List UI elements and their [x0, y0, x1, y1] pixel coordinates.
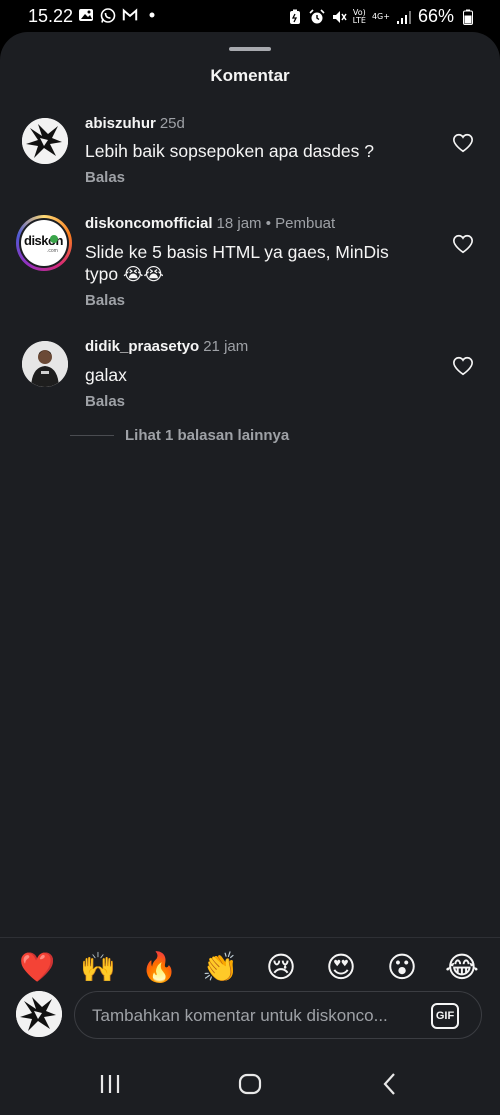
alarm-icon [309, 8, 325, 25]
back-button[interactable] [376, 1070, 404, 1098]
comment-input[interactable]: Tambahkan komentar untuk diskonco... GIF [74, 991, 482, 1039]
recents-button[interactable] [96, 1070, 124, 1098]
reply-button[interactable]: Balas [85, 169, 125, 186]
reply-button[interactable]: Balas [85, 393, 125, 410]
like-heart-icon[interactable] [452, 132, 474, 154]
like-heart-icon[interactable] [452, 355, 474, 377]
whatsapp-icon [100, 7, 116, 23]
sheet-grabber[interactable] [229, 47, 271, 51]
emoji-heart-eyes-button[interactable]: 😍 [323, 950, 359, 986]
quick-emoji-bar: ❤️ 🙌 🔥 👏 😢 😍 😮 😂 [0, 950, 500, 986]
battery-saver-icon [287, 9, 303, 25]
home-button[interactable] [236, 1070, 264, 1098]
gmail-icon [122, 7, 138, 23]
system-nav-bar [0, 1052, 500, 1115]
status-bar: 15.22 Vo) LTE 4G+ 66% [0, 0, 500, 32]
emoji-fire-button[interactable]: 🔥 [141, 950, 177, 986]
avatar[interactable] [22, 341, 68, 387]
reply-button[interactable]: Balas [85, 292, 125, 309]
emoji-surprised-button[interactable]: 😮 [384, 950, 420, 986]
signal-icon [396, 9, 412, 25]
battery-icon [460, 9, 476, 25]
gif-button[interactable]: GIF [431, 1003, 459, 1029]
comment-text: Lebih baik sopsepoken apa dasdes ? [85, 141, 374, 161]
emoji-raised-hands-button[interactable]: 🙌 [80, 950, 116, 986]
avatar[interactable] [22, 118, 68, 164]
comment-meta: 25d [159, 115, 185, 132]
comment-input-placeholder[interactable]: Tambahkan komentar untuk diskonco... [92, 1006, 412, 1026]
sheet-title: Komentar [210, 66, 290, 85]
comments-sheet: Komentar abiszuhur 25d Lebih baik sopsepo… [0, 32, 500, 1052]
like-heart-icon[interactable] [452, 233, 474, 255]
comment-username[interactable]: abiszuhur [85, 115, 156, 132]
emoji-sad-button[interactable]: 😢 [263, 950, 299, 986]
comment-meta: 18 jam • Pembuat [216, 215, 336, 232]
my-avatar [16, 991, 62, 1037]
emoji-laughing-button[interactable]: 😂 [444, 950, 480, 986]
dot-icon [144, 7, 160, 23]
view-replies-divider [70, 435, 114, 436]
diskon-logo: diskon .com [21, 220, 67, 266]
comment-meta: 21 jam [203, 338, 249, 355]
avatar[interactable]: diskon .com [16, 215, 72, 271]
emoji-clap-button[interactable]: 👏 [202, 950, 238, 986]
gallery-icon [78, 7, 94, 23]
emoji-bar-divider [0, 937, 500, 938]
comment-text: Slide ke 5 basis HTML ya gaes, MinDis ty… [85, 242, 389, 284]
network-icon: 4G+ [371, 11, 390, 21]
status-time: 15.22 [28, 6, 74, 26]
comment-username[interactable]: diskoncomofficial [85, 215, 213, 232]
comment-text: galax [85, 365, 127, 385]
emoji-heart-button[interactable]: ❤️ [19, 950, 55, 986]
comment-username[interactable]: didik_praasetyo [85, 338, 199, 355]
mute-icon [331, 9, 347, 25]
battery-percent: 66% [417, 6, 454, 26]
view-more-replies-button[interactable]: Lihat 1 balasan lainnya [125, 427, 289, 444]
volte-icon: Vo) LTE [352, 7, 366, 25]
